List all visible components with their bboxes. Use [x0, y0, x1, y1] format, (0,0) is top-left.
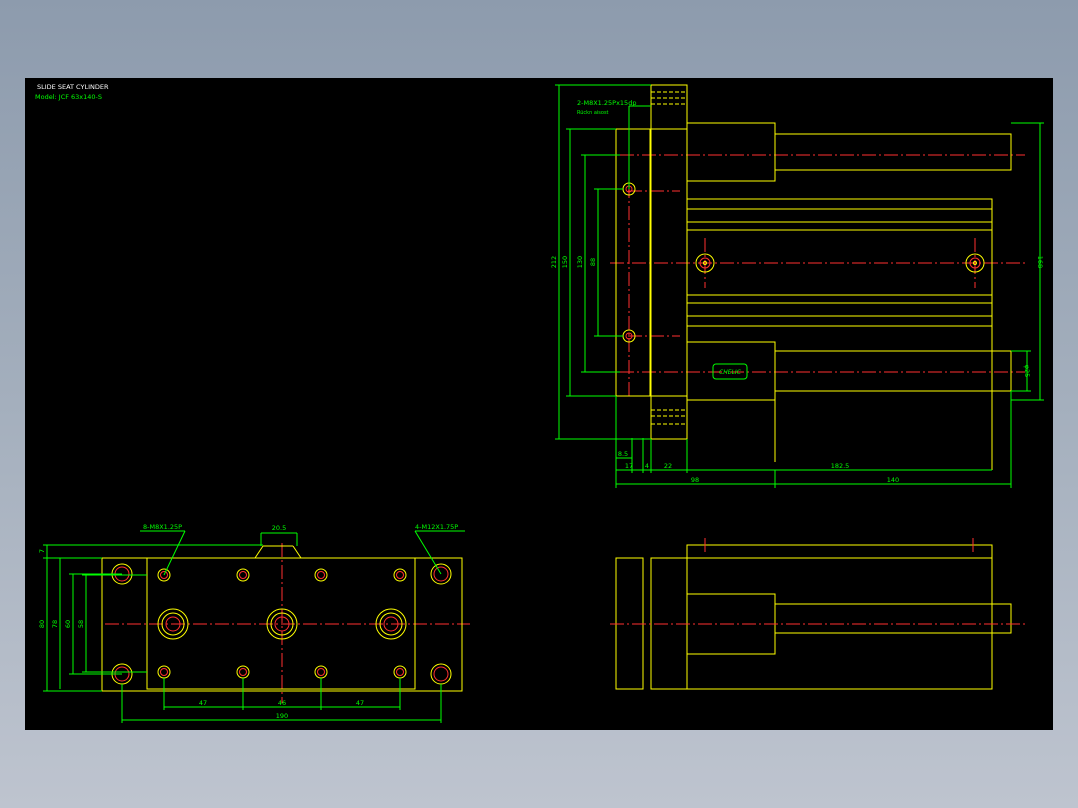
dim-168: 168 — [1036, 256, 1044, 268]
callout-note: Rückn aisost — [577, 110, 609, 116]
callout-thread: 2-M8X1.25Px15dp — [577, 99, 636, 107]
dim-190: 190 — [276, 712, 288, 720]
upper-guide-housing — [686, 122, 776, 182]
front-view-dim-text: 8-M8X1.25P 4-M12X1.75P 20.5 7 80 78 60 5… — [38, 523, 458, 720]
dim-rod-diameter: φ25 — [1023, 365, 1031, 378]
dim-80: 80 — [38, 620, 46, 628]
dim-58: 58 — [77, 620, 85, 628]
callout-8-holes: 8-M8X1.25P — [143, 523, 182, 531]
upper-guide-rod — [774, 133, 1012, 171]
side-rod — [774, 603, 1012, 634]
dim-20-5: 20.5 — [272, 524, 286, 532]
tooling-plate — [650, 84, 688, 440]
dim-140: 140 — [887, 476, 899, 484]
drawing-model: Model: JCF 63x140-S — [35, 93, 102, 101]
cad-drawing: SLIDE SEAT CYLINDER Model: JCF 63x140-S — [35, 83, 1044, 723]
dim-8-5: 8.5 — [618, 450, 628, 458]
top-view-outline — [615, 84, 1012, 470]
dim-17: 17 — [625, 462, 633, 470]
dim-78: 78 — [51, 620, 59, 628]
dim-46: 46 — [278, 699, 286, 707]
dim-98: 98 — [691, 476, 699, 484]
dim-47-left: 47 — [199, 699, 207, 707]
top-view: CHELIC 2-M8X1.25Px15dp Rückn aisost 212 … — [550, 84, 1044, 488]
dim-7: 7 — [38, 549, 46, 553]
side-view — [610, 538, 1025, 690]
dim-47-right: 47 — [356, 699, 364, 707]
top-view-centerlines — [610, 118, 1025, 398]
side-body — [686, 544, 993, 690]
dim-182-5: 182.5 — [831, 462, 850, 470]
dim-212: 212 — [550, 256, 558, 268]
dim-4: 4 — [645, 462, 649, 470]
front-view: 8-M8X1.25P 4-M12X1.75P 20.5 7 80 78 60 5… — [38, 523, 470, 723]
dim-88: 88 — [589, 258, 597, 266]
callout-4-holes: 4-M12X1.75P — [415, 523, 458, 531]
top-view-dim-text: 2-M8X1.25Px15dp Rückn aisost 212 150 130… — [550, 99, 1044, 484]
dim-130: 130 — [576, 256, 584, 268]
dim-150: 150 — [561, 256, 569, 268]
dim-22: 22 — [664, 462, 672, 470]
drawing-canvas: SLIDE SEAT CYLINDER Model: JCF 63x140-S — [25, 78, 1053, 730]
nameplate-text: CHELIC — [719, 369, 742, 376]
top-view-dimensions — [555, 84, 1044, 488]
tooling-plate-hidden-lines — [651, 91, 687, 425]
lower-guide-rod — [774, 350, 1012, 392]
dim-60: 60 — [64, 620, 72, 628]
drawing-title: SLIDE SEAT CYLINDER — [37, 83, 109, 91]
